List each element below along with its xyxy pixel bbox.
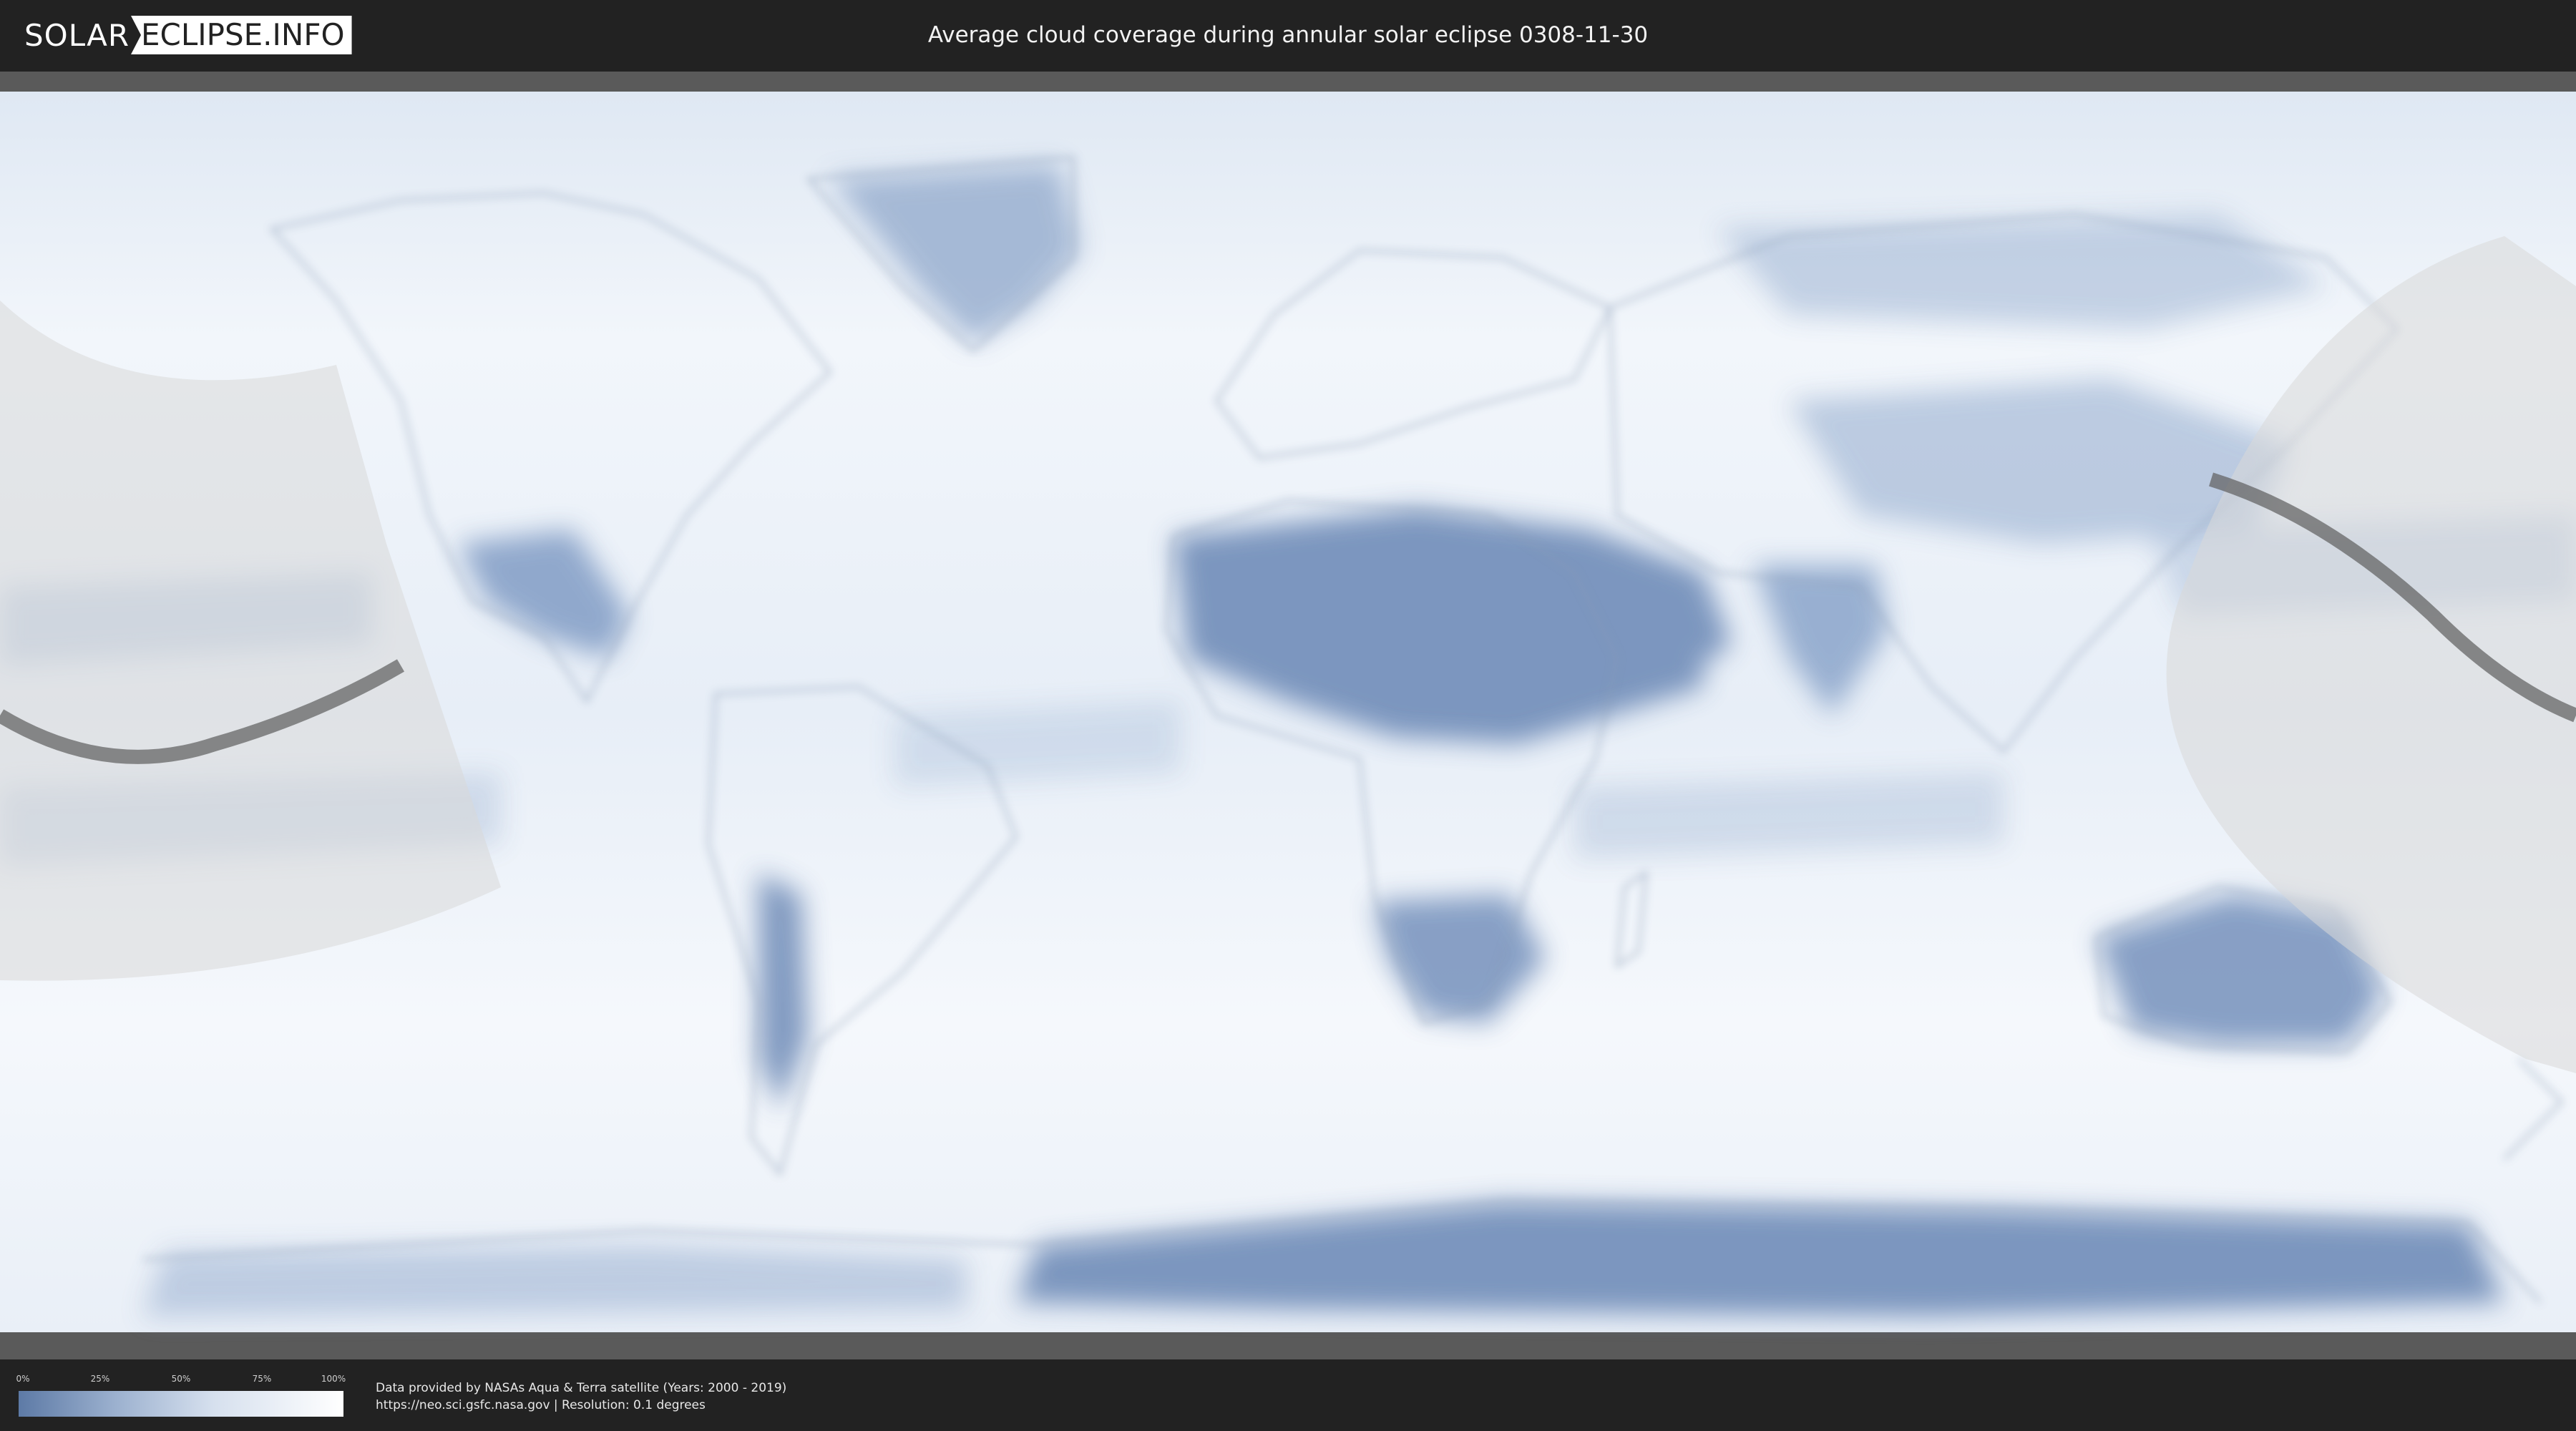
legend-tick-50: 50% — [171, 1374, 191, 1384]
data-credits: Data provided by NASAs Aqua & Terra sate… — [376, 1379, 786, 1414]
footer-bar: 0% 25% 50% 75% 100% Data provided by NAS… — [0, 1359, 2576, 1431]
world-map-svg — [0, 92, 2576, 1332]
header-bar: SOLAR ECLIPSE.INFO Average cloud coverag… — [0, 0, 2576, 72]
legend-tick-25: 25% — [90, 1374, 110, 1384]
legend-tick-100: 100% — [321, 1374, 346, 1384]
credits-url[interactable]: https://neo.sci.gsfc.nasa.gov | Resoluti… — [376, 1397, 786, 1414]
page-title: Average cloud coverage during annular so… — [927, 22, 1649, 48]
legend-tick-labels: 0% 25% 50% 75% 100% — [16, 1374, 346, 1388]
credits-source: Data provided by NASAs Aqua & Terra sate… — [376, 1381, 787, 1395]
cloud-coverage-legend: 0% 25% 50% 75% 100% — [16, 1374, 346, 1417]
legend-tick-75: 75% — [252, 1374, 272, 1384]
legend-gradient-bar — [19, 1391, 343, 1417]
legend-tick-0: 0% — [16, 1374, 30, 1384]
cloud-coverage-map[interactable] — [0, 72, 2576, 1359]
